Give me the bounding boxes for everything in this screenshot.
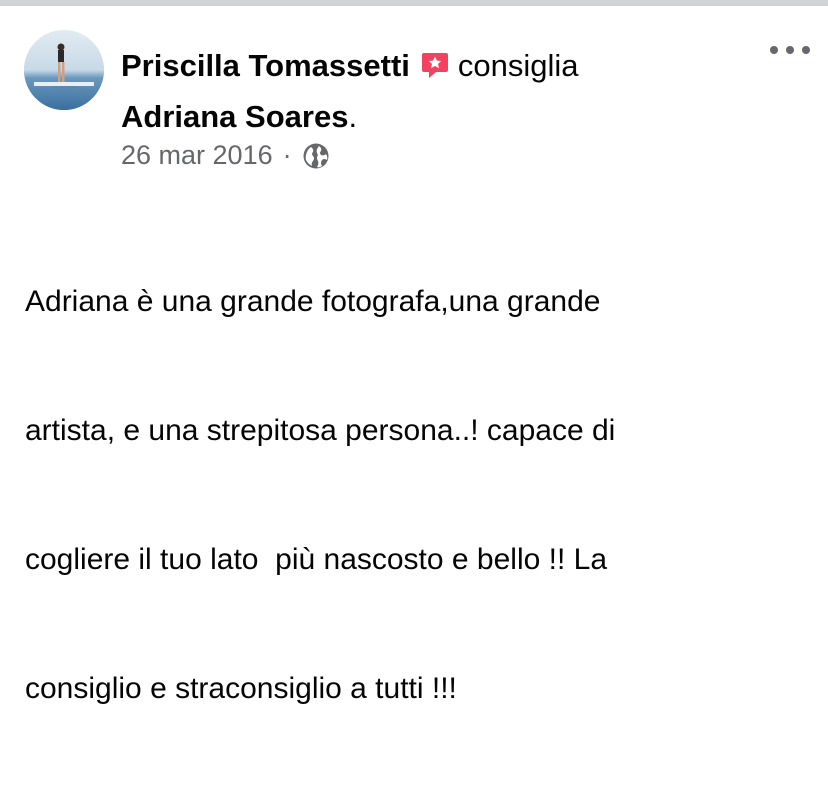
more-options-button[interactable] <box>770 40 810 60</box>
recommend-verb: consiglia <box>457 48 579 83</box>
post-body: Adriana è una grande fotografa,una grand… <box>25 194 815 796</box>
post-body-line: consiglio e straconsiglio a tutti !!! <box>25 672 457 705</box>
meta-separator: · <box>282 140 292 170</box>
post-meta: 26 mar 2016 · <box>121 140 330 171</box>
recommendation-star-icon <box>421 53 448 78</box>
avatar-photo <box>24 30 104 110</box>
recommended-page-name[interactable]: Adriana Soares <box>121 99 348 134</box>
post-body-line: Adriana è una grande fotografa,una grand… <box>25 285 601 318</box>
more-dot <box>786 46 794 54</box>
post-body-line: cogliere il tuo lato più nascosto e bell… <box>25 543 608 576</box>
recommendation-post: Priscilla Tomassetti consiglia Adriana Soa… <box>0 6 828 705</box>
author-name[interactable]: Priscilla Tomassetti <box>121 48 410 83</box>
post-date[interactable]: 26 mar 2016 <box>121 140 273 171</box>
author-avatar[interactable] <box>24 30 104 110</box>
more-dot <box>770 46 778 54</box>
more-dot <box>802 46 810 54</box>
globe-icon[interactable] <box>302 142 330 170</box>
post-body-line: artista, e una strepitosa persona..! cap… <box>25 414 616 447</box>
subject-period: . <box>348 99 358 134</box>
post-header: Priscilla Tomassetti consiglia Adriana Soa… <box>121 40 761 142</box>
